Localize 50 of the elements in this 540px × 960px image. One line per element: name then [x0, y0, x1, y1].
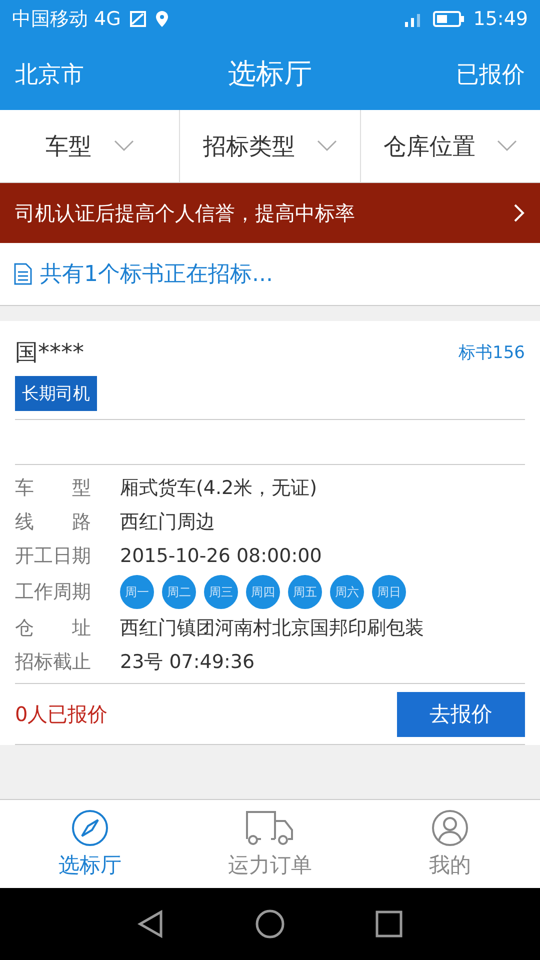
nav-tab[interactable]: 选标厅: [0, 800, 180, 888]
detail-label: 仓 址: [15, 616, 92, 641]
detail-label: 开工日期: [15, 544, 92, 569]
quote-button[interactable]: 去报价: [397, 692, 525, 736]
chevron-down-icon: [316, 140, 337, 152]
weekday-badge: 周日: [372, 575, 406, 609]
clock-text: 15:49: [473, 8, 528, 30]
truck-icon: [245, 809, 295, 847]
detail-value: 2015-10-26 08:00:00: [120, 545, 322, 567]
weekday-badge: 周二: [162, 575, 196, 609]
filter-dropdown[interactable]: 仓库位置: [360, 110, 540, 182]
chevron-right-icon: [513, 203, 525, 223]
detail-value: 厢式货车(4.2米，无证): [120, 476, 318, 501]
back-icon[interactable]: [137, 909, 165, 939]
compass-icon: [71, 809, 109, 847]
user-icon: [431, 809, 469, 847]
detail-value: 西红门镇团河南村北京国邦印刷包装: [120, 616, 424, 641]
shipper-name: 国****: [15, 339, 84, 368]
weekday-badge: 周六: [330, 575, 364, 609]
filter-dropdown[interactable]: 车型: [0, 110, 180, 182]
weekday-badge: 周三: [204, 575, 238, 609]
recents-icon[interactable]: [375, 910, 403, 938]
page-title: 选标厅: [228, 56, 312, 92]
detail-value: 西红门周边: [120, 510, 215, 535]
nav-tab[interactable]: 我的: [360, 800, 540, 888]
driver-tag: 长期司机: [15, 376, 97, 411]
image-icon: [128, 10, 147, 28]
detail-label: 线 路: [15, 510, 92, 535]
detail-value: 23号 07:49:36: [120, 650, 255, 675]
detail-label: 工作周期: [15, 580, 92, 605]
quoted-button[interactable]: 已报价: [456, 58, 525, 90]
battery-icon: [433, 10, 466, 28]
location-icon: [154, 10, 169, 28]
filter-dropdown[interactable]: 招标类型: [180, 110, 361, 182]
chevron-down-icon: [497, 140, 518, 152]
chevron-down-icon: [114, 140, 134, 152]
detail-label: 招标截止: [15, 650, 92, 675]
carrier-text: 中国移动 4G: [12, 7, 121, 32]
notice-text: 共有1个标书正在招标...: [40, 261, 273, 289]
weekday-badge: 周四: [246, 575, 280, 609]
weekday-badge: 周一: [120, 575, 154, 609]
bid-number: 标书156: [458, 342, 525, 364]
detail-label: 车 型: [15, 476, 92, 501]
home-icon[interactable]: [255, 909, 285, 939]
nav-tab[interactable]: 运力订单: [180, 800, 360, 888]
weekday-badge: 周五: [288, 575, 322, 609]
document-icon: [14, 263, 32, 285]
promo-banner[interactable]: 司机认证后提高个人信誉，提高中标率: [0, 183, 540, 243]
city-button[interactable]: 北京市: [15, 58, 84, 90]
quote-count: 0人已报价: [15, 700, 108, 728]
